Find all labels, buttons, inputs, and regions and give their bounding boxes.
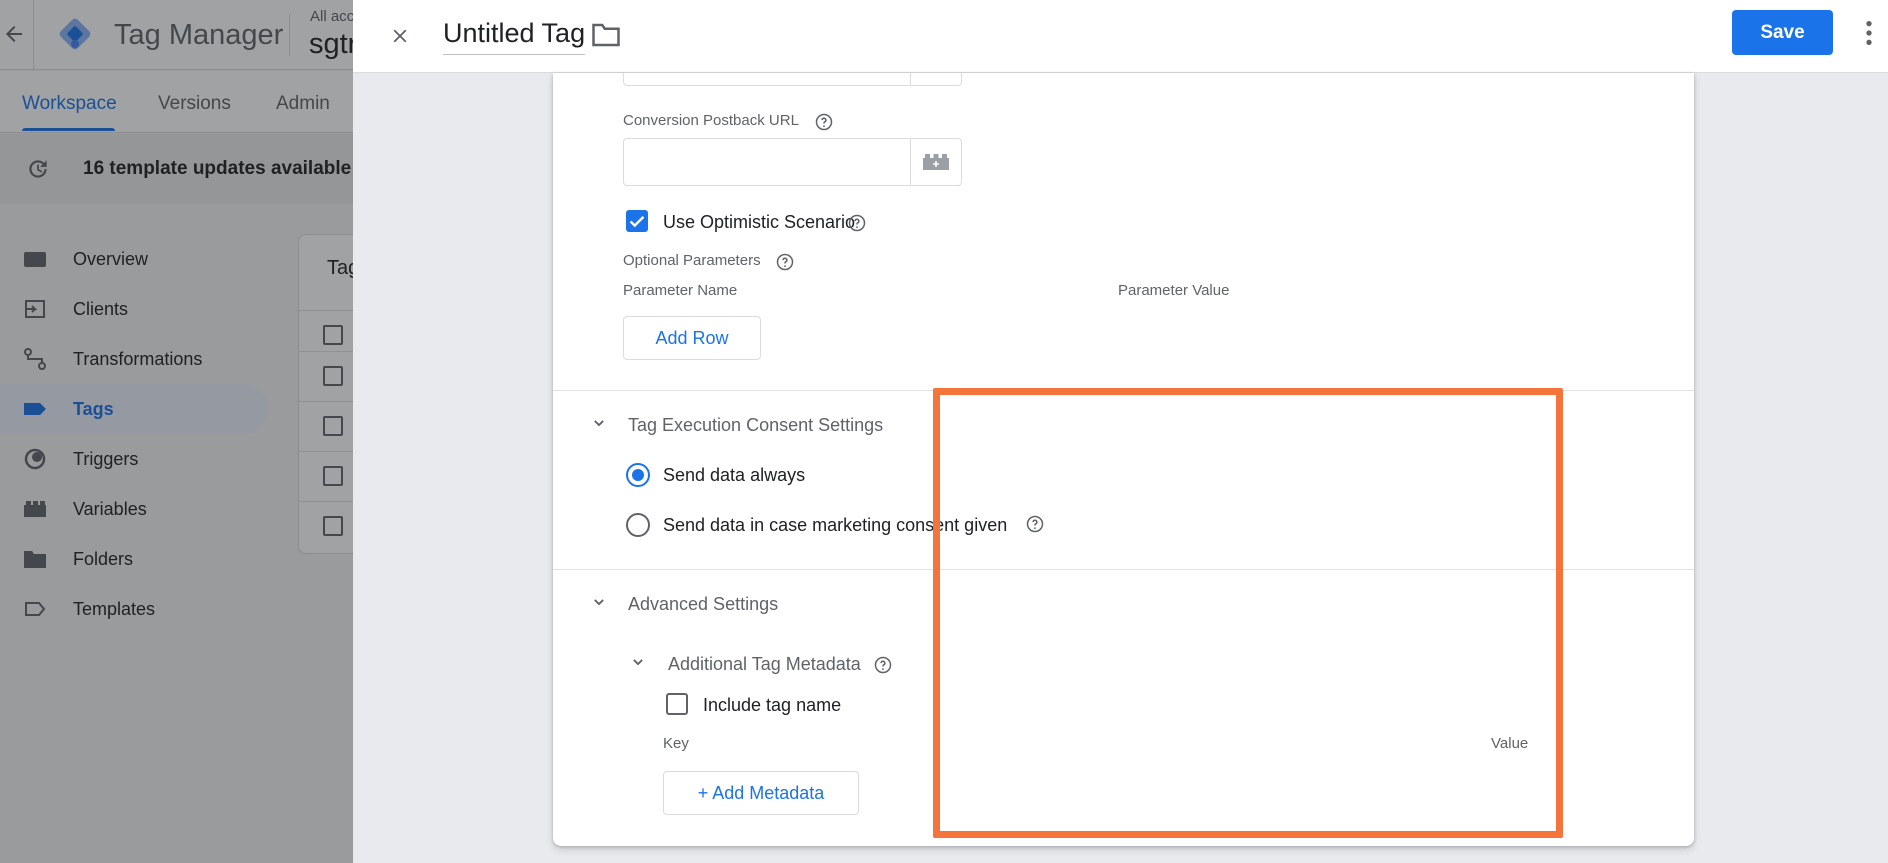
chevron-down-icon[interactable] bbox=[589, 592, 609, 612]
conversion-postback-url-input[interactable] bbox=[623, 138, 911, 186]
additional-tag-metadata-title[interactable]: Additional Tag Metadata bbox=[668, 654, 861, 675]
add-row-button[interactable]: Add Row bbox=[623, 316, 761, 360]
close-button[interactable] bbox=[384, 20, 416, 52]
checkmark-icon bbox=[629, 216, 645, 228]
column-header-key: Key bbox=[663, 735, 689, 752]
save-button[interactable]: Save bbox=[1732, 10, 1833, 55]
close-icon bbox=[393, 29, 407, 43]
previous-field-input[interactable] bbox=[623, 73, 911, 86]
tag-name-field[interactable]: Untitled Tag bbox=[443, 18, 586, 55]
chevron-down-icon[interactable] bbox=[589, 413, 609, 433]
use-optimistic-scenario-label: Use Optimistic Scenario bbox=[663, 212, 856, 232]
section-divider bbox=[553, 390, 1694, 391]
section-divider bbox=[553, 569, 1694, 570]
column-header-value: Value bbox=[1491, 735, 1529, 752]
help-icon[interactable] bbox=[815, 113, 833, 131]
send-data-marketing-consent-radio[interactable] bbox=[626, 513, 650, 537]
tag-configuration-card: Conversion Postback URL Use Optimistic S… bbox=[553, 73, 1694, 846]
help-icon[interactable] bbox=[1026, 515, 1044, 533]
advanced-settings-section-title[interactable]: Advanced Settings bbox=[628, 594, 778, 615]
use-optimistic-scenario-checkbox[interactable] bbox=[626, 210, 648, 232]
insert-variable-button[interactable] bbox=[910, 138, 962, 186]
help-icon[interactable] bbox=[848, 214, 866, 232]
variable-brick-icon bbox=[923, 154, 949, 170]
column-header-parameter-value: Parameter Value bbox=[1118, 282, 1230, 299]
folder-icon[interactable] bbox=[591, 22, 621, 48]
help-icon[interactable] bbox=[874, 656, 892, 674]
more-vert-icon[interactable] bbox=[1853, 17, 1885, 49]
tag-editor-panel: Untitled Tag Save Conversion Postback UR… bbox=[353, 0, 1888, 863]
previous-field-variable-button[interactable] bbox=[910, 73, 962, 86]
send-data-marketing-consent-label: Send data in case marketing consent give… bbox=[663, 515, 1008, 535]
send-data-always-label: Send data always bbox=[663, 465, 806, 485]
conversion-postback-url-label: Conversion Postback URL bbox=[623, 112, 799, 129]
help-icon[interactable] bbox=[776, 253, 794, 271]
optional-parameters-label: Optional Parameters bbox=[623, 252, 761, 269]
add-metadata-button[interactable]: + Add Metadata bbox=[663, 771, 859, 815]
send-data-always-radio[interactable] bbox=[626, 463, 650, 487]
column-header-parameter-name: Parameter Name bbox=[623, 282, 738, 299]
include-tag-name-label: Include tag name bbox=[703, 695, 842, 715]
consent-settings-section-title[interactable]: Tag Execution Consent Settings bbox=[628, 415, 883, 436]
chevron-down-icon[interactable] bbox=[628, 652, 648, 672]
include-tag-name-checkbox[interactable] bbox=[666, 693, 688, 715]
panel-header: Untitled Tag Save bbox=[353, 0, 1888, 73]
